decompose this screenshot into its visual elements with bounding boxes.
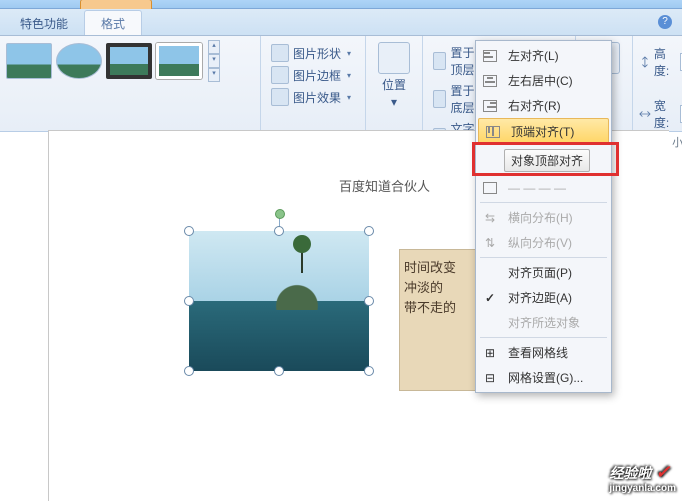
- align-center-icon: [482, 73, 498, 89]
- resize-handle[interactable]: [274, 226, 284, 236]
- style-thumb[interactable]: [156, 43, 202, 79]
- image-content: [189, 231, 369, 371]
- picture-border-button[interactable]: 图片边框▾: [267, 64, 359, 86]
- resize-handle[interactable]: [364, 366, 374, 376]
- tab-special[interactable]: 特色功能: [4, 11, 84, 35]
- dist-h-icon: ⇆: [482, 210, 498, 226]
- tooltip-row: 对象顶部对齐: [476, 145, 611, 176]
- picture-effects-button[interactable]: 图片效果▾: [267, 86, 359, 108]
- gallery-down-icon[interactable]: ▾: [208, 54, 220, 68]
- align-center-item[interactable]: 左右居中(C): [476, 68, 611, 93]
- position-icon: [378, 42, 410, 74]
- selected-image[interactable]: [189, 231, 369, 371]
- grid-icon: ⊞: [482, 345, 498, 361]
- align-top-item[interactable]: 顶端对齐(T): [478, 118, 609, 145]
- resize-handle[interactable]: [274, 366, 284, 376]
- back-icon: [433, 90, 446, 108]
- align-to-page-item[interactable]: 对齐页面(P): [476, 260, 611, 285]
- style-thumb[interactable]: [106, 43, 152, 79]
- align-right-item[interactable]: 右对齐(R): [476, 93, 611, 118]
- style-thumb[interactable]: [56, 43, 102, 79]
- position-button[interactable]: 位置 ▾: [372, 40, 416, 111]
- width-icon: [639, 107, 651, 121]
- distribute-v-item: ⇅纵向分布(V): [476, 230, 611, 255]
- resize-handle[interactable]: [184, 226, 194, 236]
- align-dropdown: 左对齐(L) 左右居中(C) 右对齐(R) 顶端对齐(T) 对象顶部对齐 — —…: [475, 40, 612, 393]
- align-left-item[interactable]: 左对齐(L): [476, 43, 611, 68]
- align-right-icon: [482, 98, 498, 114]
- resize-handle[interactable]: [184, 296, 194, 306]
- border-icon: [271, 66, 289, 84]
- width-label: 宽度:: [654, 97, 677, 131]
- align-bottom-icon: [482, 180, 498, 196]
- resize-handle[interactable]: [364, 226, 374, 236]
- align-left-icon: [482, 48, 498, 64]
- picture-shape-button[interactable]: 图片形状▾: [267, 42, 359, 64]
- dist-v-icon: ⇅: [482, 235, 498, 251]
- picture-styles-gallery[interactable]: ▴ ▾ ▾: [6, 40, 254, 82]
- grid-settings-item[interactable]: ⊟网格设置(G)...: [476, 365, 611, 390]
- check-icon: ✓: [482, 290, 498, 306]
- style-thumb[interactable]: [6, 43, 52, 79]
- height-icon: [639, 55, 651, 69]
- rotation-handle[interactable]: [275, 209, 285, 219]
- align-to-selected-item: 对齐所选对象: [476, 310, 611, 335]
- page-icon: [482, 265, 498, 281]
- height-label: 高度:: [654, 45, 677, 79]
- resize-handle[interactable]: [184, 366, 194, 376]
- tab-strip: 特色功能 格式 ?: [0, 9, 682, 36]
- align-bottom-item: — — — —: [476, 176, 611, 200]
- shape-icon: [271, 44, 289, 62]
- view-gridlines-item[interactable]: ⊞查看网格线: [476, 340, 611, 365]
- effects-icon: [271, 88, 289, 106]
- doc-title: 百度知道合伙人: [339, 176, 430, 195]
- distribute-h-item: ⇆横向分布(H): [476, 205, 611, 230]
- watermark: 经验啦 ✓ jingyanla.com: [609, 462, 676, 494]
- help-icon[interactable]: ?: [658, 15, 672, 29]
- resize-handle[interactable]: [364, 296, 374, 306]
- grid-settings-icon: ⊟: [482, 370, 498, 386]
- tab-format[interactable]: 格式: [84, 10, 142, 35]
- front-icon: [433, 52, 446, 70]
- align-top-icon: [485, 124, 501, 140]
- gallery-more-icon[interactable]: ▾: [208, 68, 220, 82]
- align-top-tooltip: 对象顶部对齐: [504, 149, 590, 172]
- gallery-up-icon[interactable]: ▴: [208, 40, 220, 54]
- align-to-margin-item[interactable]: ✓对齐边距(A): [476, 285, 611, 310]
